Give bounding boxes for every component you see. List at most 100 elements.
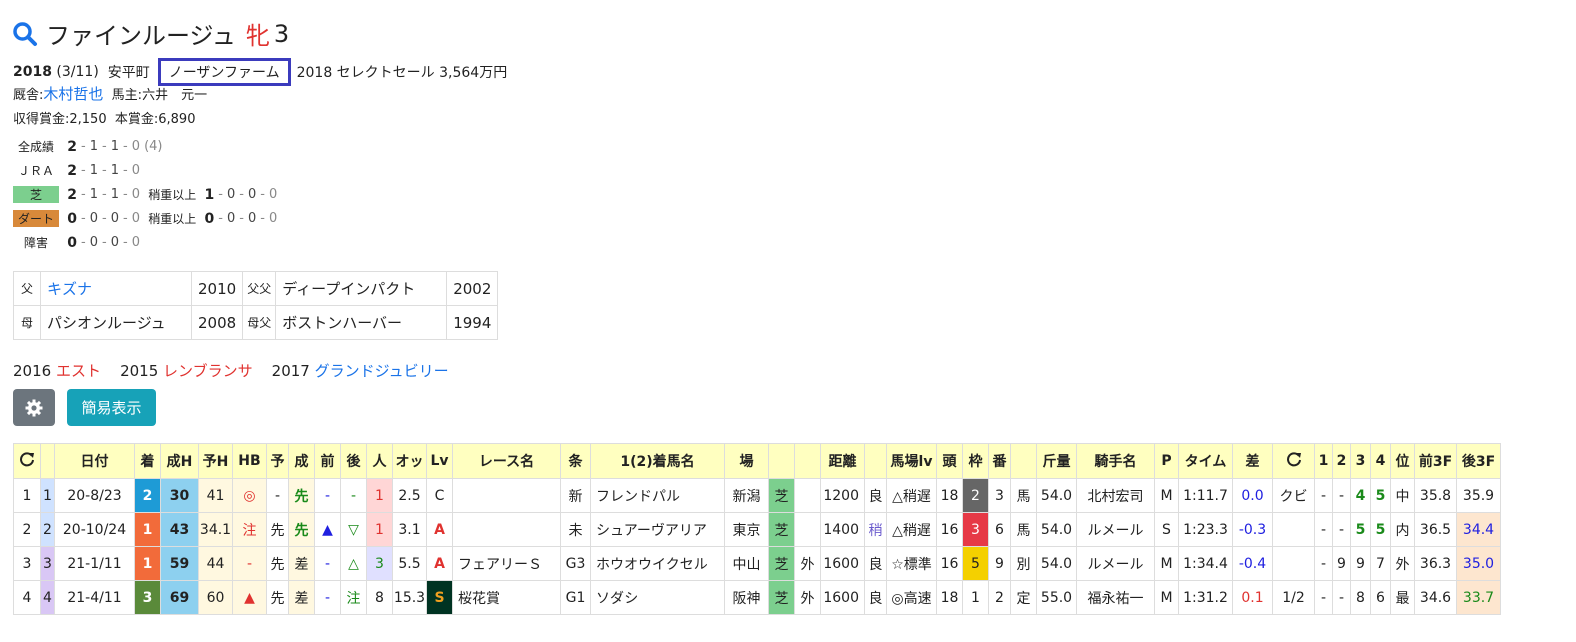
header-cell[interactable]: 後 bbox=[340, 443, 367, 479]
header-cell[interactable] bbox=[13, 443, 41, 479]
sire-link[interactable]: キズナ bbox=[47, 280, 92, 298]
table-cell: 4 bbox=[1350, 478, 1371, 513]
table-cell: 先 bbox=[266, 512, 289, 547]
table-cell[interactable]: フェアリーＳ bbox=[452, 546, 561, 581]
header-cell[interactable] bbox=[794, 443, 821, 479]
table-cell[interactable]: フレンドパル bbox=[590, 478, 725, 513]
table-cell: 新 bbox=[560, 478, 591, 513]
table-cell: 36.5 bbox=[1414, 512, 1457, 547]
trainer-link[interactable]: 木村哲也 bbox=[43, 85, 103, 103]
table-cell[interactable] bbox=[452, 512, 561, 547]
table-cell: 定 bbox=[1010, 580, 1037, 615]
header-cell[interactable]: オッ bbox=[392, 443, 427, 479]
header-cell[interactable]: 日付 bbox=[54, 443, 135, 479]
table-cell[interactable]: 桜花賞 bbox=[452, 580, 561, 615]
table-cell: 21-1/11 bbox=[54, 546, 135, 581]
table-cell: 18 bbox=[936, 580, 963, 615]
header-cell[interactable] bbox=[864, 443, 887, 479]
header-cell[interactable]: レース名 bbox=[452, 443, 561, 479]
table-row[interactable]: 4 4 21-4/11 3 69 60 ▲ 先差 - 注 8 15.3 S 桜花賞 G1 ソダシ 阪神芝外 160… bbox=[13, 580, 1501, 615]
record-3rd: 0 bbox=[110, 211, 119, 226]
header-cell[interactable]: Lv bbox=[426, 443, 453, 479]
header-cell[interactable]: 人 bbox=[366, 443, 393, 479]
header-cell[interactable]: 頭 bbox=[936, 443, 963, 479]
table-row[interactable]: 3 3 21-1/11 1 59 44- 先差 - △ 3 5.5 A フェアリーＳ G3 ホウオウイクセル… bbox=[13, 546, 1501, 581]
record-row-turf: 芝 2-1-1-0 稍重以上 1-0-0-0 bbox=[13, 186, 277, 203]
heavy-label: 稍重以上 bbox=[148, 212, 197, 226]
header-cell[interactable]: 予 bbox=[266, 443, 289, 479]
header-cell[interactable]: 1(2)着馬名 bbox=[590, 443, 725, 479]
header-cell[interactable] bbox=[1272, 443, 1315, 479]
table-cell[interactable]: 福永祐一 bbox=[1076, 580, 1155, 615]
header-cell[interactable]: 距離 bbox=[820, 443, 865, 479]
table-row[interactable]: 1 1 20-8/23 2 30 41 ◎ - 先 - -1 2.5 C 新フレンドパル 新潟芝 1200 良 △… bbox=[13, 478, 1501, 513]
record-label: 障害 bbox=[23, 236, 48, 250]
pedigree-table: 父 キズナ 2010 父父 ディープインパクト 2002 母 パシオンルージュ … bbox=[13, 271, 499, 340]
horse-info: 2018 (3/11) 安平町 ノーザンファーム 2018 セレクトセール 3,… bbox=[13, 58, 507, 86]
header-cell[interactable]: 位 bbox=[1390, 443, 1415, 479]
header-cell[interactable]: HB bbox=[232, 443, 267, 479]
header-cell[interactable]: 3 bbox=[1350, 443, 1371, 479]
table-cell: 1 bbox=[366, 512, 393, 547]
table-cell: 先 bbox=[288, 478, 315, 513]
table-cell: M bbox=[1154, 580, 1179, 615]
header-cell[interactable]: 馬場lv bbox=[886, 443, 937, 479]
sibling-link[interactable]: グランドジュビリー bbox=[315, 362, 449, 380]
table-cell: 43 bbox=[160, 512, 199, 547]
simple-view-button[interactable]: 簡易表示 bbox=[67, 389, 156, 426]
header-cell[interactable]: 予H bbox=[198, 443, 233, 479]
heavy-3rd: 0 bbox=[247, 187, 257, 202]
sibling-link[interactable]: レンブランサ bbox=[163, 362, 253, 380]
header-cell[interactable]: タイム bbox=[1178, 443, 1233, 479]
header-cell[interactable] bbox=[768, 443, 795, 479]
header-cell[interactable]: 着 bbox=[134, 443, 161, 479]
header-cell[interactable]: 1 bbox=[1314, 443, 1333, 479]
table-cell: 1600 bbox=[820, 546, 865, 581]
table-cell[interactable]: ソダシ bbox=[590, 580, 725, 615]
table-cell: 2 bbox=[13, 512, 41, 547]
table-cell: 1:34.4 bbox=[1178, 546, 1233, 581]
table-cell[interactable]: シュアーヴアリア bbox=[590, 512, 725, 547]
header-cell[interactable]: 成H bbox=[160, 443, 199, 479]
table-cell: C bbox=[426, 478, 453, 513]
refresh-icon bbox=[20, 452, 34, 467]
header-cell[interactable]: 騎手名 bbox=[1076, 443, 1155, 479]
header-cell[interactable]: 前 bbox=[314, 443, 341, 479]
header-cell[interactable]: 前3F bbox=[1414, 443, 1457, 479]
table-cell: 1 bbox=[366, 478, 393, 513]
header-cell[interactable]: 4 bbox=[1370, 443, 1391, 479]
header-cell[interactable] bbox=[1010, 443, 1037, 479]
table-cell: ◎ bbox=[232, 478, 267, 513]
table-cell: 60 bbox=[198, 580, 233, 615]
table-cell[interactable]: ルメール bbox=[1076, 546, 1155, 581]
horse-age: 3 bbox=[273, 19, 290, 48]
search-icon[interactable] bbox=[12, 21, 38, 47]
header-cell[interactable]: 差 bbox=[1232, 443, 1273, 479]
header-cell[interactable] bbox=[40, 443, 55, 479]
table-cell[interactable]: ルメール bbox=[1076, 512, 1155, 547]
settings-button[interactable] bbox=[13, 389, 55, 426]
table-cell[interactable]: ホウオウイクセル bbox=[590, 546, 725, 581]
table-row[interactable]: 2 2 20-10/24 1 43 34.1 注先先 ▲ ▽ 1 3.1 A 未シュアーヴアリア 東京芝 1… bbox=[13, 512, 1501, 547]
breeder[interactable]: ノーザンファーム bbox=[157, 58, 291, 86]
table-cell: G1 bbox=[560, 580, 591, 615]
header-cell[interactable]: P bbox=[1154, 443, 1179, 479]
header-cell[interactable]: 枠 bbox=[962, 443, 989, 479]
header-cell[interactable]: 斤量 bbox=[1036, 443, 1077, 479]
header-cell[interactable]: 場 bbox=[724, 443, 769, 479]
siblings: 2016 エスト 2015 レンブランサ 2017 グランドジュビリー bbox=[13, 360, 449, 381]
header-cell[interactable]: 2 bbox=[1332, 443, 1351, 479]
table-cell bbox=[794, 512, 821, 547]
table-cell: 芝 bbox=[768, 580, 795, 615]
sibling-link[interactable]: エスト bbox=[56, 362, 101, 380]
table-cell: 最 bbox=[1390, 580, 1415, 615]
owner: 六井 元一 bbox=[142, 88, 208, 103]
table-cell: 9 bbox=[988, 546, 1011, 581]
header-cell[interactable]: 条 bbox=[560, 443, 591, 479]
header-cell[interactable]: 成 bbox=[288, 443, 315, 479]
table-cell: 1 bbox=[134, 546, 161, 581]
header-cell[interactable]: 番 bbox=[988, 443, 1011, 479]
table-cell[interactable]: 北村宏司 bbox=[1076, 478, 1155, 513]
header-cell[interactable]: 後3F bbox=[1456, 443, 1501, 479]
table-cell[interactable] bbox=[452, 478, 561, 513]
